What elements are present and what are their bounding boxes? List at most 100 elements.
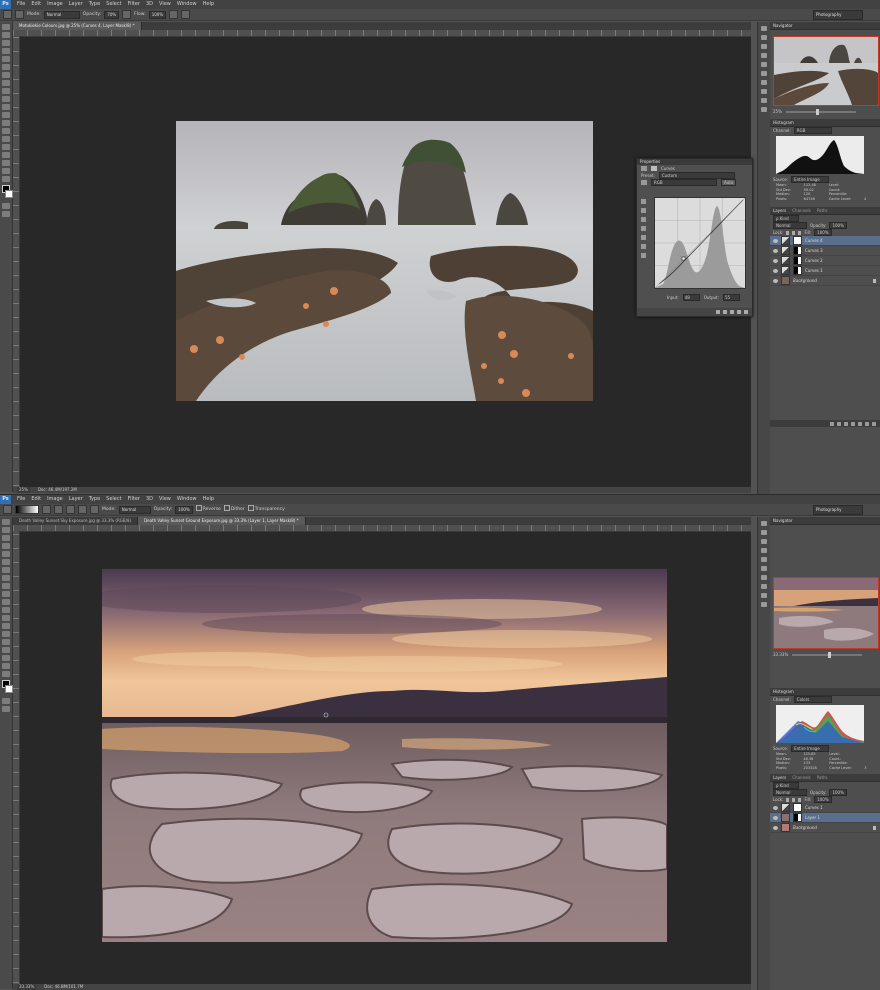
character-icon[interactable] <box>761 98 767 103</box>
gradient-tool-icon[interactable] <box>3 505 12 514</box>
add-mask-icon[interactable] <box>844 421 848 426</box>
quick-select-tool-icon[interactable] <box>2 48 10 54</box>
type-tool-icon[interactable] <box>2 639 10 645</box>
history-icon[interactable] <box>761 26 767 31</box>
navigator-thumbnail[interactable] <box>773 577 879 649</box>
mode-select[interactable]: Normal <box>43 10 80 19</box>
navigator-tab[interactable]: Navigator <box>773 22 793 29</box>
reverse-checkbox[interactable]: Reverse <box>195 504 221 516</box>
menu-layer[interactable]: Layer <box>66 495 86 504</box>
menu-view[interactable]: View <box>156 0 174 9</box>
white-point-eyedropper-icon[interactable] <box>641 226 646 231</box>
blend-mode-select[interactable]: Normal <box>773 789 807 796</box>
layer-kind-filter[interactable]: ρ Kind <box>773 782 799 789</box>
quick-mask-icon[interactable] <box>2 203 10 209</box>
menu-edit[interactable]: Edit <box>28 495 44 504</box>
zoom-field[interactable]: 33.33% <box>17 984 37 990</box>
quick-select-tool-icon[interactable] <box>2 543 10 549</box>
histogram-channel-select[interactable]: Colors <box>793 696 832 703</box>
visibility-eye-icon[interactable] <box>773 238 778 243</box>
history-icon[interactable] <box>761 521 767 526</box>
layers-tab[interactable]: Layers <box>773 207 786 214</box>
document-tab-ground[interactable]: Death Valley Sunset Ground Exposure.jpg … <box>138 517 306 525</box>
styles-icon[interactable] <box>761 80 767 85</box>
layer-mask-thumbnail[interactable] <box>793 803 802 812</box>
preset-select[interactable]: Custom <box>658 172 735 179</box>
background-color-swatch[interactable] <box>5 685 13 693</box>
layer-kind-filter[interactable]: ρ Kind <box>773 215 799 222</box>
healing-tool-icon[interactable] <box>2 567 10 573</box>
flow-field[interactable]: 100% <box>148 10 167 19</box>
navigator-zoom-slider[interactable] <box>792 652 863 658</box>
clipping-warning-icon[interactable] <box>641 253 646 258</box>
layer-opacity-field[interactable]: 100% <box>829 222 847 229</box>
move-tool-icon[interactable] <box>2 519 10 525</box>
layer-row-curves-1[interactable]: Curves 1 <box>770 803 880 813</box>
eraser-tool-icon[interactable] <box>2 104 10 110</box>
navigator-zoom-slider[interactable] <box>785 109 856 115</box>
histogram-source-select[interactable]: Entire Image <box>791 745 830 752</box>
shape-tool-icon[interactable] <box>2 655 10 661</box>
pressure-size-icon[interactable] <box>181 10 191 19</box>
zoom-field[interactable]: 25% <box>17 487 30 493</box>
visibility-icon[interactable] <box>737 310 741 314</box>
history-brush-tool-icon[interactable] <box>2 591 10 597</box>
menu-window[interactable]: Window <box>174 0 200 9</box>
histogram-channel-select[interactable]: RGB <box>793 127 832 134</box>
zoom-slider-knob[interactable] <box>815 109 819 115</box>
layer-mask-thumbnail[interactable] <box>793 246 802 255</box>
diamond-gradient-icon[interactable] <box>90 505 99 514</box>
adjustments-icon[interactable] <box>761 566 767 571</box>
pen-tool-icon[interactable] <box>2 136 10 142</box>
layer-opacity-field[interactable]: 100% <box>829 789 847 796</box>
workspace-select[interactable]: Photography <box>813 505 863 515</box>
menu-type[interactable]: Type <box>86 495 103 504</box>
gradient-tool-icon[interactable] <box>2 607 10 613</box>
radial-gradient-icon[interactable] <box>54 505 63 514</box>
dodge-tool-icon[interactable] <box>2 128 10 134</box>
zoom-tool-icon[interactable] <box>2 671 10 677</box>
layer-style-icon[interactable] <box>837 421 841 426</box>
crop-tool-icon[interactable] <box>2 551 10 557</box>
screen-mode-icon[interactable] <box>2 706 10 712</box>
lasso-tool-icon[interactable] <box>2 40 10 46</box>
visibility-eye-icon[interactable] <box>773 248 778 253</box>
layer-row-curves-4[interactable]: Curves 4 <box>770 236 880 246</box>
eraser-tool-icon[interactable] <box>2 599 10 605</box>
marquee-tool-icon[interactable] <box>2 527 10 533</box>
histogram-tab[interactable]: Histogram <box>773 688 794 695</box>
new-layer-icon[interactable] <box>865 421 869 426</box>
target-adjust-icon[interactable] <box>641 180 647 185</box>
gradient-tool-icon[interactable] <box>2 112 10 118</box>
auto-button[interactable]: Auto <box>721 179 737 186</box>
histogram-source-select[interactable]: Entire Image <box>791 176 830 183</box>
shape-tool-icon[interactable] <box>2 160 10 166</box>
reflected-gradient-icon[interactable] <box>78 505 87 514</box>
menu-select[interactable]: Select <box>103 0 124 9</box>
pen-tool-icon[interactable] <box>2 631 10 637</box>
background-color-swatch[interactable] <box>5 190 13 198</box>
channels-tab[interactable]: Channels <box>792 774 811 781</box>
brush-tool-icon[interactable] <box>3 10 12 19</box>
menu-filter[interactable]: Filter <box>125 495 143 504</box>
input-field[interactable]: 48 <box>682 294 700 301</box>
menu-file[interactable]: File <box>14 495 28 504</box>
healing-tool-icon[interactable] <box>2 72 10 78</box>
channels-tab[interactable]: Channels <box>792 207 811 214</box>
layer-mask-thumbnail[interactable] <box>793 236 802 245</box>
clone-stamp-tool-icon[interactable] <box>2 88 10 94</box>
new-group-icon[interactable] <box>858 421 862 426</box>
layer-row-curves-3[interactable]: Curves 3 <box>770 246 880 256</box>
navigator-thumbnail[interactable] <box>773 36 879 106</box>
visibility-eye-icon[interactable] <box>773 268 778 273</box>
gray-point-eyedropper-icon[interactable] <box>641 217 646 222</box>
transparency-checkbox[interactable]: Transparency <box>247 504 285 516</box>
layer-row-curves-1[interactable]: Curves 1 <box>770 266 880 276</box>
document-image[interactable] <box>176 121 593 401</box>
histogram-tab[interactable]: Histogram <box>773 119 794 126</box>
type-tool-icon[interactable] <box>2 144 10 150</box>
brush-tool-icon[interactable] <box>2 575 10 581</box>
eyedropper-tool-icon[interactable] <box>2 64 10 70</box>
angle-gradient-icon[interactable] <box>66 505 75 514</box>
layer-row-layer-1[interactable]: Layer 1 <box>770 813 880 823</box>
